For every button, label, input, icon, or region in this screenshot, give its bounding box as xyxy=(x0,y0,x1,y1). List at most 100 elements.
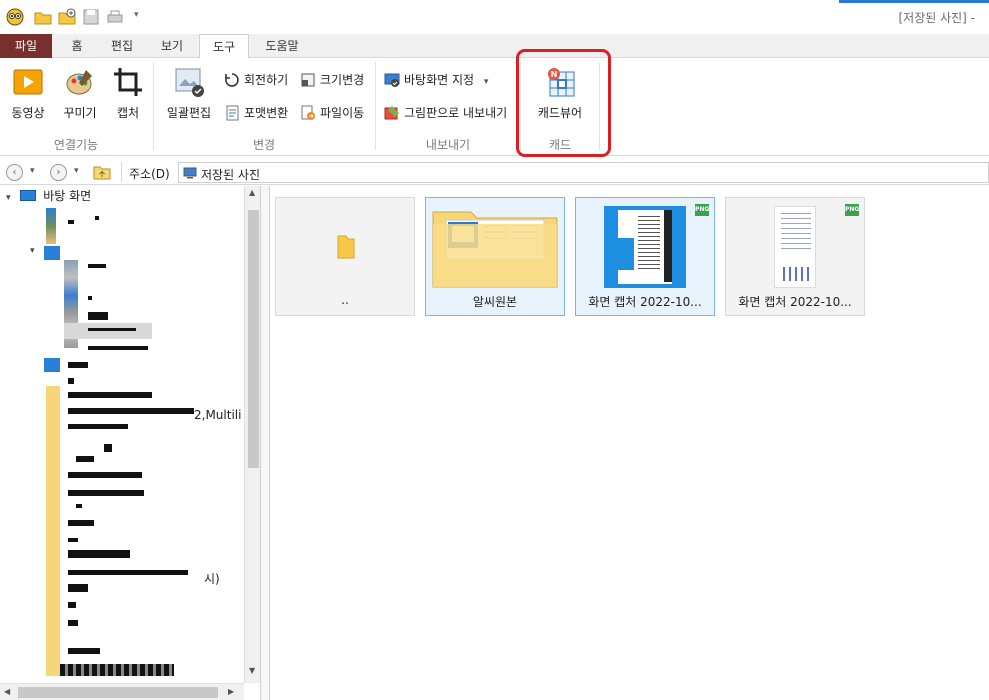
capture-button[interactable]: 캡처 xyxy=(108,66,148,121)
address-separator xyxy=(121,162,122,182)
redaction-block xyxy=(68,424,128,429)
app-logo-icon xyxy=(6,8,24,26)
batch-edit-button[interactable]: 일괄편집 xyxy=(160,66,218,121)
video-label: 동영상 xyxy=(11,106,45,120)
rotate-label: 회전하기 xyxy=(244,73,289,87)
set-wallpaper-button[interactable]: 바탕화면 지정 ▾ xyxy=(384,70,488,90)
redaction-block xyxy=(88,264,106,268)
file-tile[interactable]: PNG 화면 캡처 2022-10... xyxy=(575,197,715,316)
redaction-block xyxy=(76,504,82,508)
redaction-block xyxy=(60,664,174,676)
address-label: 주소(D) xyxy=(129,167,170,181)
redaction-block xyxy=(76,456,94,462)
redaction-block xyxy=(68,362,88,368)
tree-item-desktop[interactable]: ▾ 바탕 화면 xyxy=(6,188,91,204)
up-folder-icon[interactable] xyxy=(93,164,111,180)
tab-view[interactable]: 보기 xyxy=(152,34,192,58)
scroll-up-icon[interactable]: ▲ xyxy=(249,188,255,197)
scroll-left-icon[interactable]: ◀ xyxy=(4,687,10,696)
redaction-block xyxy=(68,408,194,414)
redaction-block xyxy=(68,550,130,558)
png-file-icon: PNG xyxy=(695,204,709,216)
set-wallpaper-dropdown-icon[interactable]: ▾ xyxy=(484,77,489,87)
pixelated-tree-icon xyxy=(44,358,60,372)
print-icon[interactable] xyxy=(106,8,124,26)
resize-label: 크기변경 xyxy=(320,73,365,87)
video-icon xyxy=(12,66,44,98)
folder-tree: ▾ 바탕 화면 ▾ 2,Multili 시) ▲ ▼ ◀ ▶ xyxy=(0,186,261,700)
png-file-icon: PNG xyxy=(845,204,859,216)
pixelated-tree-icon xyxy=(46,208,56,244)
monitor-icon xyxy=(183,167,197,179)
collapse-arrow-icon[interactable]: ▾ xyxy=(6,193,11,203)
tab-edit[interactable]: 편집 xyxy=(102,34,142,58)
redaction-block xyxy=(68,520,94,526)
redaction-block xyxy=(88,346,148,350)
file-name: 화면 캡처 2022-10... xyxy=(588,295,702,309)
pixelated-tree-icon xyxy=(44,246,60,260)
export-paint-label: 그림판으로 내보내기 xyxy=(404,106,508,120)
file-tile[interactable]: 알씨원본 xyxy=(425,197,565,316)
forward-icon[interactable]: › xyxy=(50,164,67,181)
red-highlight-annotation xyxy=(516,49,611,157)
image-thumbnail xyxy=(774,206,816,288)
redaction-block xyxy=(68,570,188,575)
new-folder-icon[interactable] xyxy=(58,8,76,26)
redaction-block xyxy=(88,328,136,331)
panel-splitter[interactable] xyxy=(261,186,270,700)
tree-horizontal-scrollbar[interactable]: ◀ ▶ xyxy=(0,683,244,700)
forward-dropdown-icon[interactable]: ▾ xyxy=(74,166,79,176)
redaction-block xyxy=(68,584,88,592)
decorate-button[interactable]: 꾸미기 xyxy=(58,66,102,121)
open-folder-icon[interactable] xyxy=(34,8,52,26)
scroll-down-icon[interactable]: ▼ xyxy=(249,666,255,675)
expand-arrow-icon[interactable]: ▾ xyxy=(30,246,35,256)
tree-fragment-multi: 2,Multili xyxy=(194,408,242,422)
file-name: 알씨원본 xyxy=(472,295,518,309)
decorate-label: 꾸미기 xyxy=(63,106,97,120)
capture-label: 캡처 xyxy=(116,106,140,120)
back-dropdown-icon[interactable]: ▾ xyxy=(30,166,35,176)
resize-icon xyxy=(300,72,316,88)
format-convert-label: 포맷변환 xyxy=(244,106,289,120)
file-tile[interactable]: PNG 화면 캡처 2022-10... xyxy=(725,197,865,316)
group-label-connect: 연결기능 xyxy=(53,138,99,152)
redaction-block xyxy=(68,392,152,398)
back-icon[interactable]: ‹ xyxy=(6,164,23,181)
file-tile[interactable]: .. xyxy=(275,197,415,316)
redaction-block xyxy=(88,312,108,320)
tab-home[interactable]: 홈 xyxy=(60,34,94,58)
file-move-button[interactable]: 파일이동 xyxy=(300,103,364,123)
video-button[interactable]: 동영상 xyxy=(6,66,50,121)
redaction-block xyxy=(68,490,144,496)
tab-tools[interactable]: 도구 xyxy=(199,34,249,59)
set-wallpaper-label: 바탕화면 지정 xyxy=(404,73,475,87)
tab-file[interactable]: 파일 xyxy=(0,34,52,58)
tab-help[interactable]: 도움말 xyxy=(256,34,308,58)
redaction-block xyxy=(104,444,112,452)
scroll-right-icon[interactable]: ▶ xyxy=(228,687,234,696)
redaction-block xyxy=(68,620,78,626)
save-icon[interactable] xyxy=(82,8,100,26)
folder-thumbnail xyxy=(432,204,558,288)
file-name: 화면 캡처 2022-10... xyxy=(738,295,852,309)
tree-fragment-display: 시) xyxy=(204,572,220,586)
palette-icon xyxy=(64,66,96,98)
paint-icon xyxy=(384,105,400,121)
tree-vertical-scrollbar[interactable]: ▲ ▼ xyxy=(244,186,260,683)
redaction-block xyxy=(68,378,74,384)
selected-tree-row[interactable] xyxy=(64,323,152,339)
ribbon: 동영상 꾸미기 캡처 연결기능 일괄편집 회전하기 크기변경 포맷변환 파일이동… xyxy=(0,58,989,156)
resize-button[interactable]: 크기변경 xyxy=(300,70,364,90)
image-thumbnail xyxy=(604,206,686,288)
export-paint-button[interactable]: 그림판으로 내보내기 xyxy=(384,103,507,123)
redaction-block xyxy=(95,216,99,220)
address-input[interactable]: 저장된 사진 xyxy=(178,162,989,183)
quick-access-dropdown-icon[interactable]: ▾ xyxy=(134,10,152,28)
tree-scroll-thumb[interactable] xyxy=(248,210,259,468)
ribbon-tabs: 파일 홈 편집 보기 도구 도움말 xyxy=(0,34,989,59)
tree-hscroll-thumb[interactable] xyxy=(18,687,218,698)
file-move-icon xyxy=(300,105,316,121)
format-convert-button[interactable]: 포맷변환 xyxy=(224,103,288,123)
rotate-button[interactable]: 회전하기 xyxy=(224,70,288,90)
